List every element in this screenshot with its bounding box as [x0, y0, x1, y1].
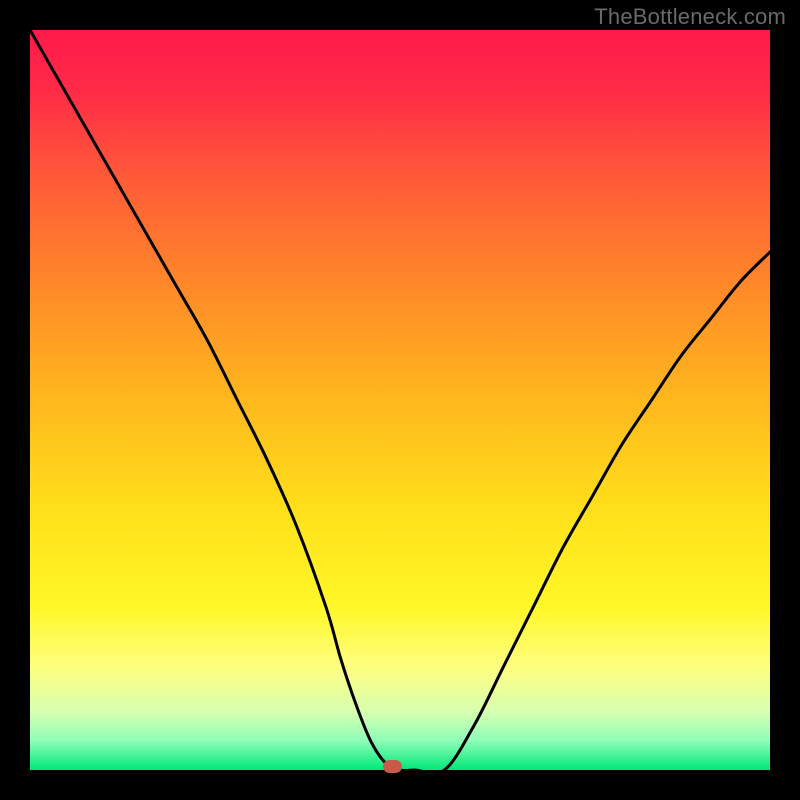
watermark-text: TheBottleneck.com — [594, 4, 786, 30]
plot-background — [30, 30, 770, 770]
chart-frame: TheBottleneck.com — [0, 0, 800, 800]
optimal-point-marker — [383, 760, 402, 773]
gradient-background — [30, 30, 770, 770]
